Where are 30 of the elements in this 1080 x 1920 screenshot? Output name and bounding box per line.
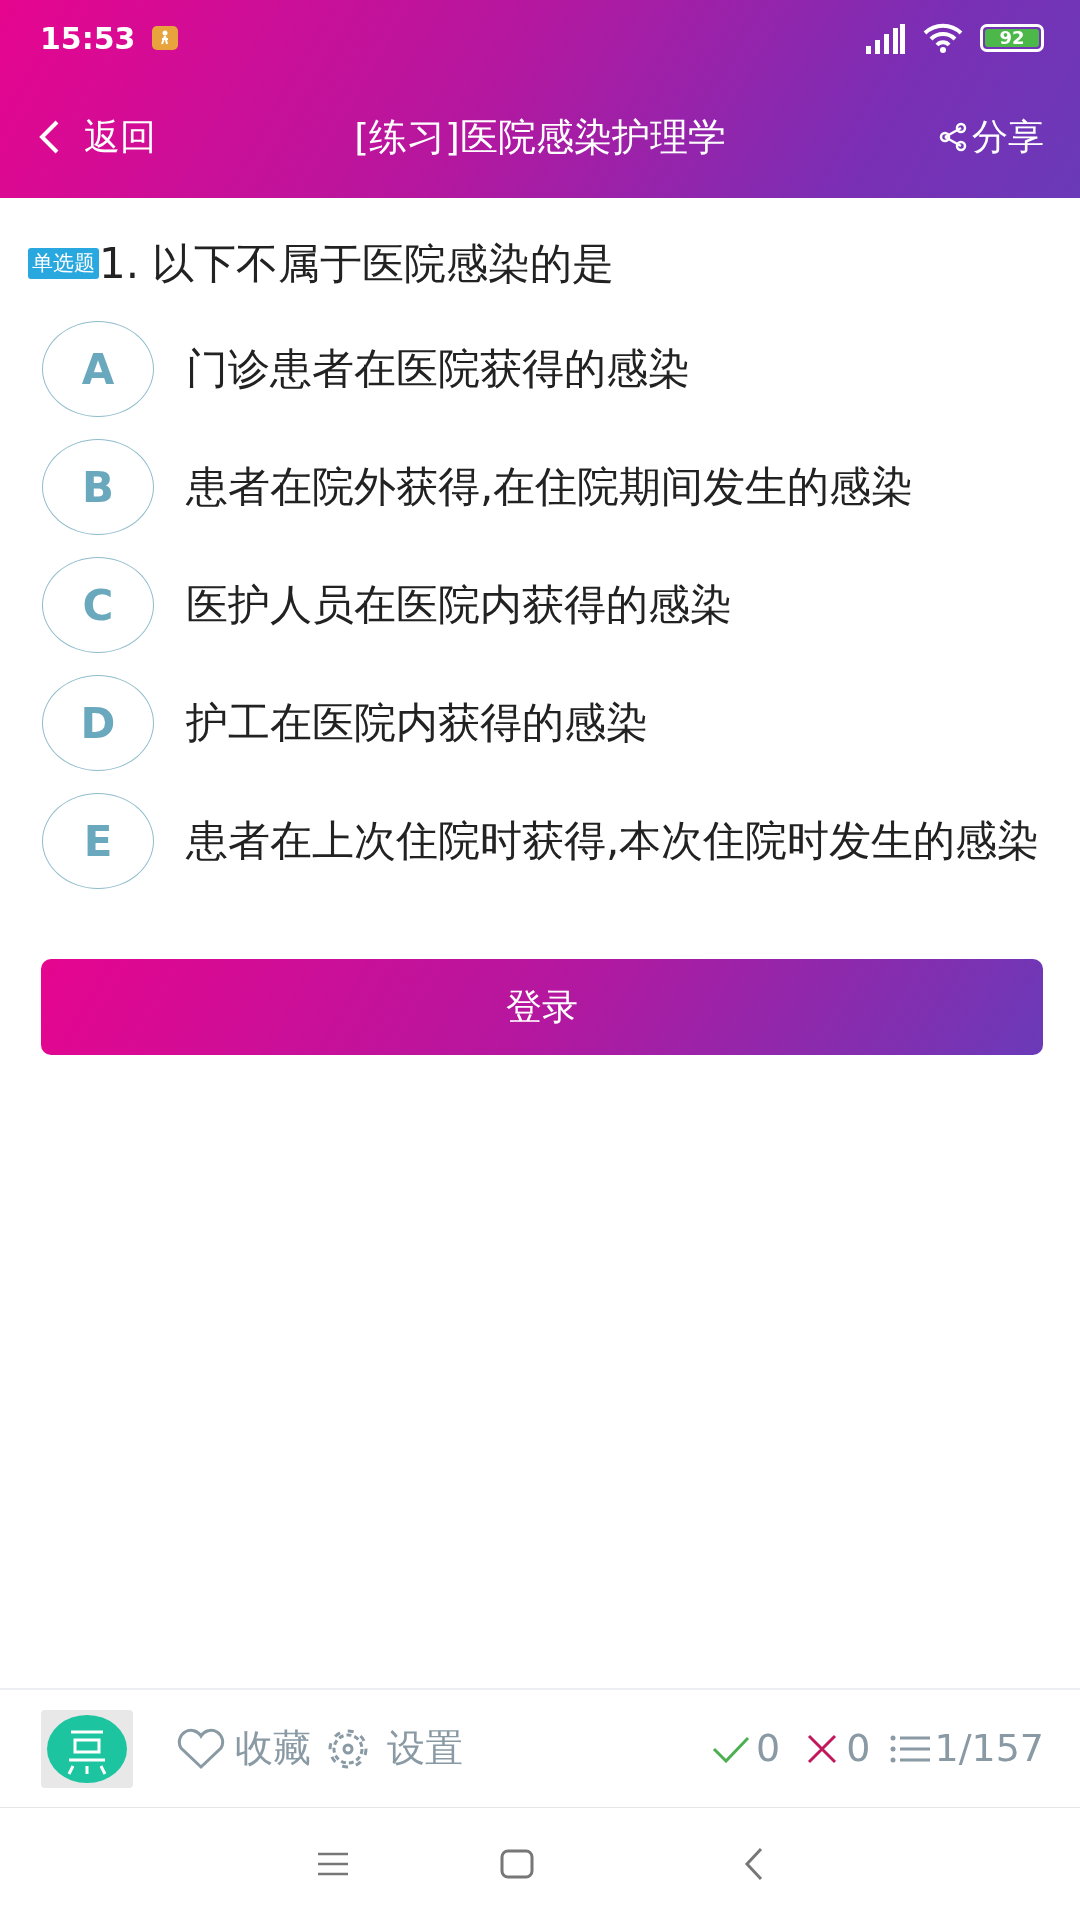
settings-button[interactable]: 设置 xyxy=(325,1720,463,1777)
option-text[interactable]: 患者在院外获得,在住院期间发生的感染 xyxy=(186,456,914,518)
signal-icon xyxy=(864,22,906,54)
notification-icon xyxy=(151,26,178,50)
share-icon xyxy=(938,122,968,152)
correct-count: 0 xyxy=(756,1725,781,1772)
page-title: [练习]医院感染护理学 xyxy=(354,113,726,161)
option-text[interactable]: 患者在上次住院时获得,本次住院时发生的感染 xyxy=(186,810,1040,872)
question-text: 1. 以下不属于医院感染的是 xyxy=(99,238,615,290)
wrong-count: 0 xyxy=(846,1725,871,1772)
list-icon xyxy=(890,1733,931,1764)
favorite-button[interactable]: 收藏 xyxy=(175,1720,311,1777)
share-button[interactable]: 分享 xyxy=(938,110,1044,164)
option-text[interactable]: 护工在医院内获得的感染 xyxy=(186,692,648,754)
back-icon[interactable] xyxy=(744,1847,764,1881)
heart-icon xyxy=(175,1727,227,1770)
status-time: 15:53 xyxy=(40,19,136,58)
question-list-button[interactable]: 1/157 xyxy=(890,1720,1044,1777)
cross-icon xyxy=(806,1732,839,1765)
battery-level: 92 xyxy=(985,29,1039,47)
back-button[interactable]: 返回 xyxy=(38,110,156,164)
home-icon[interactable] xyxy=(500,1849,534,1879)
login-button[interactable]: 登录 xyxy=(41,959,1043,1055)
question-type-tag: 单选题 xyxy=(28,247,99,280)
check-icon xyxy=(712,1734,751,1763)
option-text[interactable]: 医护人员在医院内获得的感染 xyxy=(186,574,732,636)
wifi-icon xyxy=(922,22,964,54)
app-logo-icon xyxy=(41,1709,133,1788)
option-text[interactable]: 门诊患者在医院获得的感染 xyxy=(186,338,690,400)
menu-icon[interactable] xyxy=(316,1851,350,1877)
